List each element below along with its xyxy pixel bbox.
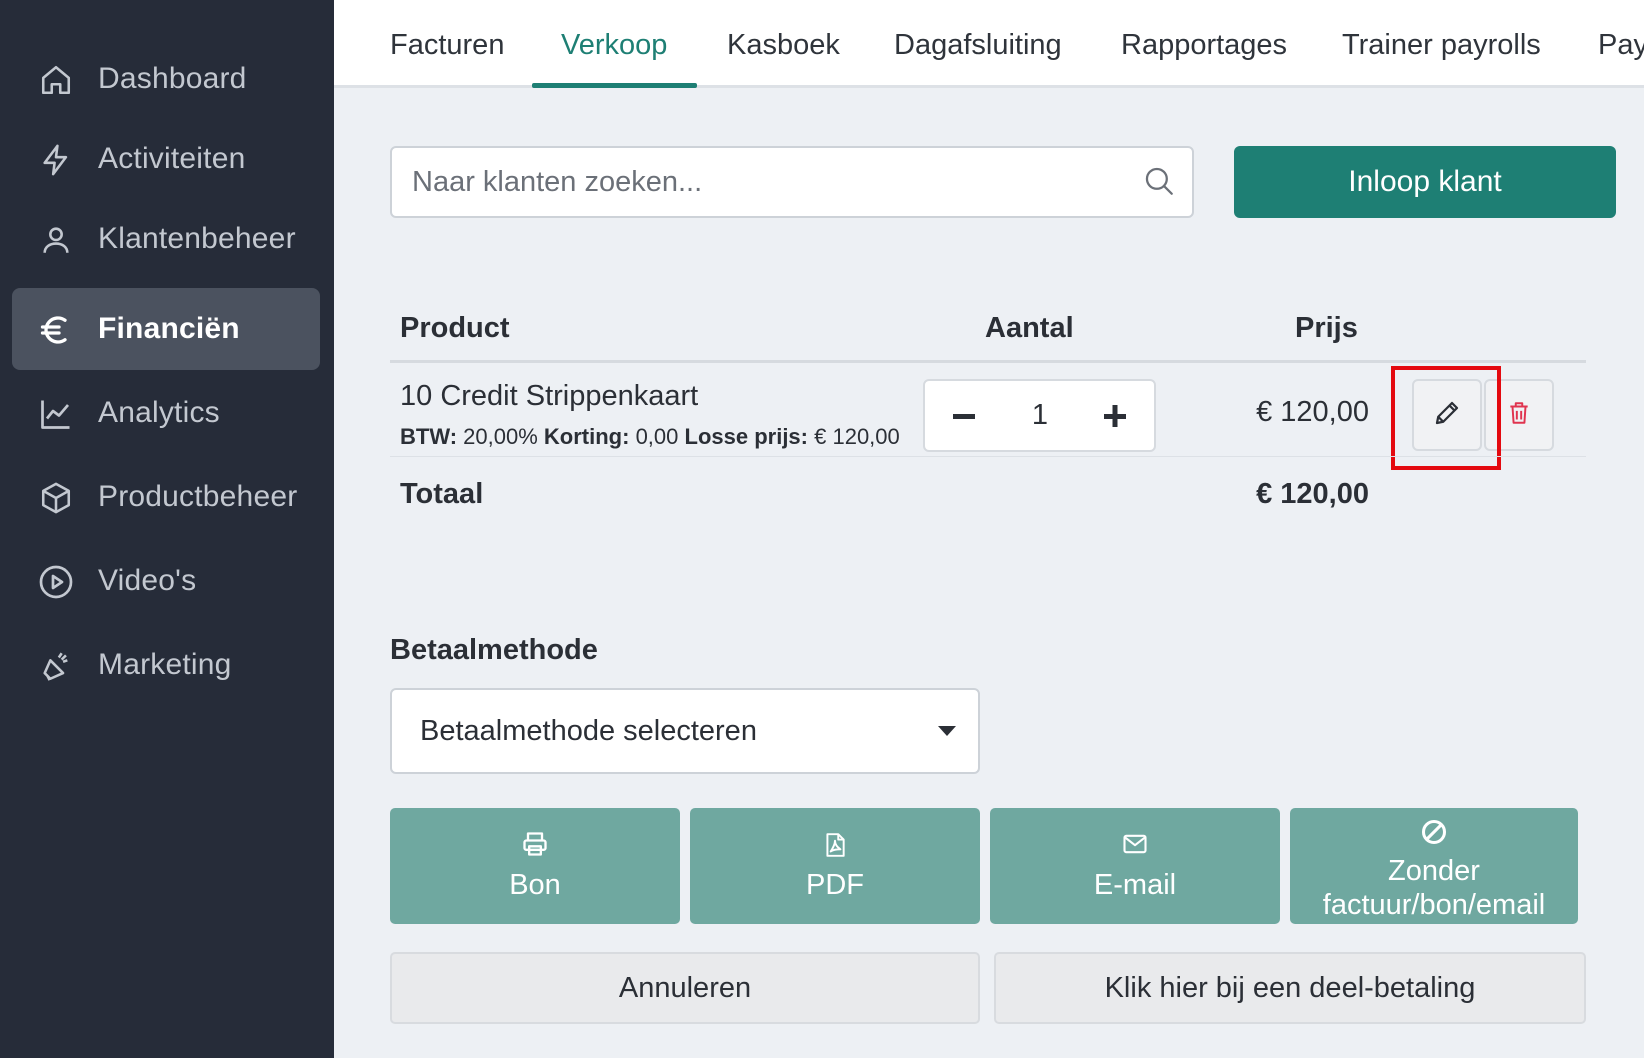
customer-search [390, 146, 1194, 218]
email-button[interactable]: E-mail [990, 808, 1280, 924]
losse-prijs-value: € 120,00 [814, 424, 900, 449]
row-price: € 120,00 [1256, 396, 1369, 428]
sidebar-item-label: Marketing [98, 648, 232, 681]
user-icon [38, 222, 74, 258]
korting-value: 0,00 [635, 424, 679, 449]
annuleren-button[interactable]: Annuleren [390, 952, 980, 1024]
sidebar-item-label: Analytics [98, 396, 220, 429]
play-circle-icon [38, 564, 74, 600]
korting-label: Korting: [543, 424, 630, 449]
tab-kasboek[interactable]: Kasboek [727, 0, 840, 85]
sidebar-item-financien[interactable]: Financiën [12, 288, 320, 370]
pencil-icon [1432, 398, 1462, 433]
tab-bar: Facturen Verkoop Kasboek Dagafsluiting R… [334, 0, 1644, 88]
quantity-stepper: 1 [923, 379, 1156, 452]
pdf-button[interactable]: PDF [690, 808, 980, 924]
payment-method-title: Betaalmethode [390, 634, 598, 666]
sidebar-item-label: Financiën [98, 312, 240, 345]
tab-dagafsluiting[interactable]: Dagafsluiting [894, 0, 1062, 85]
product-meta: BTW: 20,00% Korting: 0,00 Losse prijs: €… [400, 424, 900, 450]
sidebar-item-label: Dashboard [98, 62, 247, 95]
active-tab-indicator [532, 83, 697, 88]
payment-method-select[interactable]: Betaalmethode selecteren [390, 688, 980, 774]
sidebar-item-productbeheer[interactable]: Productbeheer [12, 456, 320, 538]
printer-icon [390, 830, 680, 860]
plus-icon[interactable] [1094, 395, 1136, 437]
search-icon[interactable] [1142, 164, 1178, 200]
deel-betaling-button[interactable]: Klik hier bij een deel-betaling [994, 952, 1586, 1024]
sidebar: Dashboard Activiteiten Klantenbeheer Fin… [0, 0, 334, 1058]
tab-rapportages[interactable]: Rapportages [1121, 0, 1287, 85]
zonder-label-line2: factuur/bon/email [1322, 889, 1546, 921]
sidebar-item-marketing[interactable]: Marketing [12, 624, 320, 706]
sidebar-item-dashboard[interactable]: Dashboard [12, 38, 320, 120]
column-header-prijs: Prijs [1295, 312, 1358, 344]
box-icon [38, 480, 74, 516]
sidebar-item-videos[interactable]: Video's [12, 540, 320, 622]
sidebar-item-label: Video's [98, 564, 197, 597]
sidebar-item-label: Productbeheer [98, 480, 298, 513]
chart-line-icon [38, 396, 74, 432]
zonder-label-line1: Zonder [1388, 855, 1480, 887]
home-icon [38, 62, 74, 98]
minus-icon[interactable] [943, 395, 985, 437]
euro-icon [38, 312, 74, 348]
pdf-label: PDF [806, 869, 864, 901]
caret-down-icon [936, 724, 958, 738]
bolt-icon [38, 142, 74, 178]
delete-button[interactable] [1484, 379, 1554, 451]
sidebar-item-klantenbeheer[interactable]: Klantenbeheer [12, 198, 320, 280]
total-label: Totaal [400, 478, 484, 510]
search-input[interactable] [412, 148, 1132, 216]
sidebar-item-label: Klantenbeheer [98, 222, 296, 255]
btw-label: BTW: [400, 424, 458, 449]
inloop-klant-button[interactable]: Inloop klant [1234, 146, 1616, 218]
column-header-product: Product [400, 312, 510, 344]
tab-trainer-payrolls[interactable]: Trainer payrolls [1342, 0, 1541, 85]
bon-button[interactable]: Bon [390, 808, 680, 924]
table-header-divider [390, 360, 1586, 363]
zonder-factuur-button[interactable]: Zonder factuur/bon/email [1290, 808, 1578, 924]
total-value: € 120,00 [1256, 478, 1369, 510]
tab-facturen[interactable]: Facturen [390, 0, 504, 85]
envelope-icon [990, 830, 1280, 860]
tab-verkoop[interactable]: Verkoop [561, 0, 667, 85]
tab-pay[interactable]: Pay [1598, 0, 1644, 85]
payment-method-value: Betaalmethode selecteren [420, 715, 757, 747]
btw-value: 20,00% [463, 424, 538, 449]
zonder-factuur-label: Zonder factuur/bon/email [1290, 854, 1578, 922]
edit-button[interactable] [1412, 379, 1482, 451]
column-header-aantal: Aantal [985, 312, 1074, 344]
bon-label: Bon [509, 869, 561, 901]
quantity-value[interactable]: 1 [995, 381, 1085, 450]
product-name: 10 Credit Strippenkaart [400, 380, 699, 412]
pdf-file-icon [690, 830, 980, 860]
email-label: E-mail [1093, 869, 1177, 901]
sidebar-item-activiteiten[interactable]: Activiteiten [12, 118, 320, 200]
sidebar-item-analytics[interactable]: Analytics [12, 372, 320, 454]
trash-icon [1506, 399, 1532, 432]
row-divider [390, 456, 1586, 457]
ban-icon [1290, 818, 1578, 848]
megaphone-icon [38, 648, 74, 684]
sidebar-item-label: Activiteiten [98, 142, 246, 175]
losse-prijs-label: Losse prijs: [684, 424, 808, 449]
